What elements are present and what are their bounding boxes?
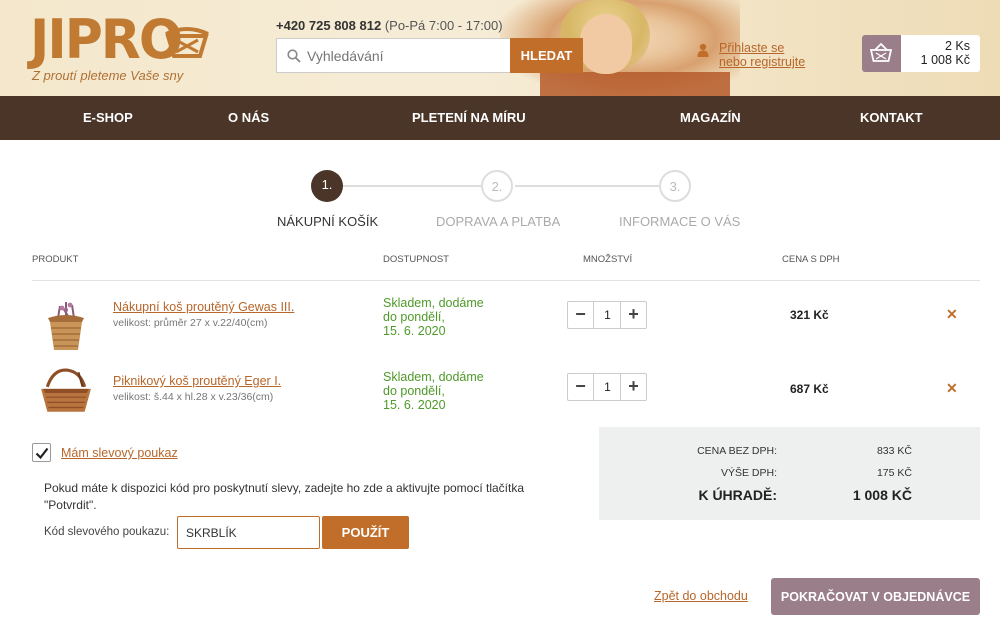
quantity-increase-button[interactable]: + [620,302,646,328]
cart-icon-box [862,35,901,72]
step-connector [515,185,659,187]
availability-date: 15. 6. 2020 [383,324,446,338]
nav-item-magazine[interactable]: MAGAZÍN [680,96,741,140]
remove-item-icon[interactable]: ✕ [946,306,958,323]
search-input[interactable] [307,39,507,72]
nav-item-eshop[interactable]: E-SHOP [83,96,133,140]
availability-line2: do pondělí, [383,384,445,398]
summary-without-vat-label: CENA BEZ DPH: [697,445,777,457]
phone-number: +420 725 808 812 [276,18,382,33]
summary-vat-value: 175 KČ [876,467,912,479]
remove-item-icon[interactable]: ✕ [946,380,958,397]
search-button[interactable]: HLEDAT [510,38,583,73]
site-header: JIPRO Z proutí pleteme Vaše sny +420 725… [0,0,1000,96]
step-2-label: DOPRAVA A PLATBA [436,214,561,229]
discount-code-label: Kód slevového poukazu: [44,526,170,538]
login-link[interactable]: Přihlaste se nebo registrujte [719,41,805,69]
search-box [276,38,510,73]
step-2-circle: 2. [481,170,513,202]
availability: Skladem, dodáme do pondělí, 15. 6. 2020 [383,370,503,412]
step-1-circle: 1. [311,170,343,202]
logo-text: JIPRO [30,8,183,72]
cart-count: 2 Ks [944,39,970,53]
product-thumbnail-shopping-basket[interactable] [38,300,94,354]
user-icon [697,43,709,57]
availability: Skladem, dodáme do pondělí, 15. 6. 2020 [383,296,503,338]
step-3-label: INFORMACE O VÁS [619,214,741,229]
quantity-value[interactable]: 1 [595,302,620,328]
table-divider [32,280,980,281]
logo-basket-icon [165,27,209,58]
product-variant: velikost: š.44 x hl.28 x v.23/36(cm) [113,391,274,403]
product-name-link[interactable]: Piknikový koš proutěný Eger I. [113,374,281,388]
nav-item-contact[interactable]: KONTAKT [860,96,923,140]
step-1-label: NÁKUPNÍ KOŠÍK [277,214,379,229]
summary-total-label: K ÚHRADĚ: [698,487,777,503]
column-header-quantity: MNOŽSTVÍ [583,254,633,265]
nav-item-custom-weaving[interactable]: PLETENÍ NA MÍRU [412,96,526,140]
availability-line1: Skladem, dodáme [383,296,484,310]
quantity-increase-button[interactable]: + [620,374,646,400]
quantity-value[interactable]: 1 [595,374,620,400]
column-header-product: PRODUKT [32,254,79,265]
quantity-stepper: − 1 + [567,301,647,329]
quantity-stepper: − 1 + [567,373,647,401]
row-price: 687 Kč [790,382,829,396]
search-icon [287,49,301,63]
apply-discount-button[interactable]: POUŽÍT [322,516,409,549]
discount-help-text: Pokud máte k dispozici kód pro poskytnut… [44,481,525,512]
product-thumbnail-picnic-basket[interactable] [36,364,96,420]
back-to-shop-link[interactable]: Zpět do obchodu [654,589,748,603]
header-photo-face [580,14,632,74]
step-3-circle: 3. [659,170,691,202]
phone-info: +420 725 808 812 (Po-Pá 7:00 - 17:00) [276,18,503,33]
discount-checkbox-label[interactable]: Mám slevový poukaz [61,446,178,460]
logo[interactable]: JIPRO Z proutí pleteme Vaše sny [30,8,209,83]
availability-line1: Skladem, dodáme [383,370,484,384]
availability-date: 15. 6. 2020 [383,398,446,412]
nav-item-about[interactable]: O NÁS [228,96,269,140]
cart-row: Nákupní koš proutěný Gewas III. velikost… [32,296,980,374]
step-connector [343,185,481,187]
continue-order-button[interactable]: POKRAČOVAT V OBJEDNÁVCE [771,578,980,615]
logo-tagline: Z proutí pleteme Vaše sny [32,68,184,83]
header-photo-fence [540,72,730,96]
login-link-line2: nebo registrujte [719,55,806,69]
quantity-decrease-button[interactable]: − [568,374,594,400]
row-price: 321 Kč [790,308,829,322]
summary-vat-label: VÝŠE DPH: [720,467,777,479]
cart-widget[interactable]: 2 Ks 1 008 Kč [862,35,980,72]
summary-without-vat-value: 833 KČ [876,445,912,457]
product-variant: velikost: průměr 27 x v.22/40(cm) [113,317,268,329]
cart-total: 1 008 Kč [920,53,970,67]
basket-icon [870,43,892,62]
column-header-price: CENA S DPH [782,254,840,265]
phone-hours: (Po-Pá 7:00 - 17:00) [384,18,503,33]
discount-checkbox[interactable] [32,443,51,462]
main-nav: E-SHOP O NÁS PLETENÍ NA MÍRU MAGAZÍN KON… [0,96,1000,140]
column-header-availability: DOSTUPNOST [383,254,449,265]
summary-total-value: 1 008 KČ [852,487,912,503]
discount-code-input[interactable] [177,516,320,549]
product-name-link[interactable]: Nákupní koš proutěný Gewas III. [113,300,294,314]
login-link-line1: Přihlaste se [719,41,785,55]
checkmark-icon [35,447,49,460]
order-summary: CENA BEZ DPH: 833 KČ VÝŠE DPH: 175 KČ K … [599,427,980,520]
quantity-decrease-button[interactable]: − [568,302,594,328]
availability-line2: do pondělí, [383,310,445,324]
